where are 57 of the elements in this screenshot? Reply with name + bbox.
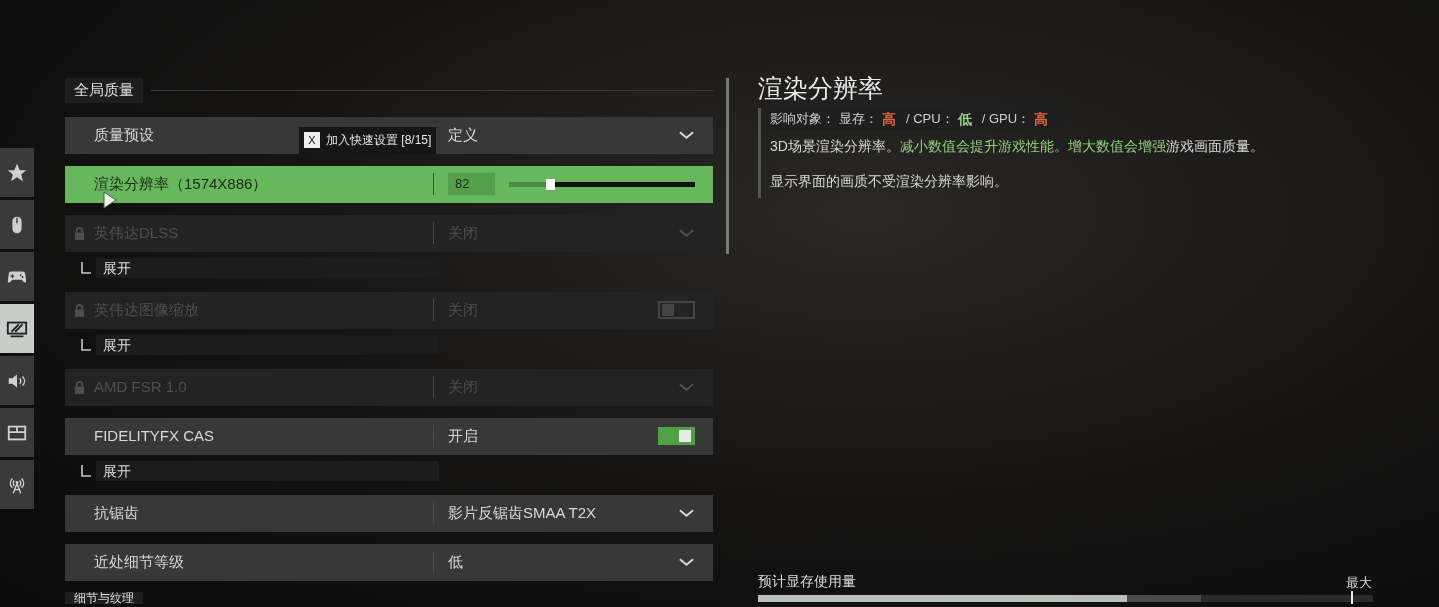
setting-value: 定义 bbox=[448, 124, 479, 145]
setting-value: 低 bbox=[448, 551, 464, 572]
sidebar-tab[interactable] bbox=[0, 200, 34, 249]
setting-value: 开启 bbox=[448, 425, 479, 446]
branch-icon bbox=[81, 464, 91, 477]
lock-icon bbox=[74, 303, 85, 317]
chevron-down-icon bbox=[678, 508, 695, 518]
description-text: 3D场景渲染分辨率。减小数值会提升游戏性能。增大数值会增强游戏画面质量。 bbox=[770, 137, 1265, 156]
sidebar-tab[interactable] bbox=[0, 460, 34, 509]
impact-value: 低 bbox=[957, 109, 972, 129]
setting-label: 近处细节等级 bbox=[94, 551, 184, 572]
lock-icon bbox=[74, 380, 85, 394]
lock-icon bbox=[74, 226, 85, 240]
setting-row[interactable]: 质量预设 X 加入快速设置 [8/15] 定义 bbox=[65, 116, 713, 154]
setting-label: 渲染分辨率（1574X886） bbox=[94, 173, 268, 194]
toggle-switch[interactable] bbox=[658, 427, 695, 445]
detail-title: 渲染分辨率 bbox=[758, 73, 884, 104]
branch-icon bbox=[81, 261, 91, 274]
tooltip-text: 加入快速设置 [8/15] bbox=[326, 132, 432, 149]
slider-thumb[interactable] bbox=[545, 178, 555, 190]
max-marker bbox=[1351, 591, 1354, 604]
setting-row[interactable]: FIDELITYFX CAS 开启 bbox=[65, 417, 713, 455]
setting-label: 抗锯齿 bbox=[94, 502, 139, 523]
expand-button[interactable]: 展开 bbox=[96, 460, 439, 481]
setting-value: 影片反锯齿SMAA T2X bbox=[448, 502, 598, 523]
section-title: 全局质量 bbox=[65, 78, 143, 103]
value-field[interactable]: 82 bbox=[448, 173, 495, 195]
chevron-down-icon bbox=[678, 228, 695, 238]
expand-button[interactable]: 展开 bbox=[96, 334, 439, 355]
setting-row[interactable]: 抗锯齿 影片反锯齿SMAA T2X bbox=[65, 494, 713, 532]
note-text: 显示界面的画质不受渲染分辨率影响。 bbox=[770, 172, 1009, 191]
chevron-down-icon bbox=[678, 557, 695, 567]
slider-track[interactable] bbox=[509, 181, 695, 187]
setting-row[interactable]: 近处细节等级 低 bbox=[65, 543, 713, 581]
vram-label: 预计显存使用量 bbox=[758, 572, 856, 591]
impact-value: 高 bbox=[1034, 109, 1049, 129]
max-label: 最大 bbox=[1346, 573, 1372, 592]
chevron-down-icon bbox=[678, 130, 695, 140]
impact-label: 影响对象： bbox=[770, 110, 835, 129]
branch-icon bbox=[81, 338, 91, 351]
impact-label: 显存： bbox=[839, 110, 878, 129]
sidebar-tab[interactable] bbox=[0, 148, 34, 197]
setting-label: FIDELITYFX CAS bbox=[94, 425, 215, 446]
toggle-switch[interactable] bbox=[658, 301, 695, 319]
sidebar-tab[interactable] bbox=[0, 252, 34, 301]
expand-button[interactable]: 展开 bbox=[96, 257, 439, 278]
cursor-icon bbox=[103, 190, 117, 209]
section-title: 细节与纹理 bbox=[65, 591, 143, 604]
sidebar-tab[interactable] bbox=[0, 408, 34, 457]
impact-label: / CPU： bbox=[906, 110, 954, 129]
impact-label: / GPU： bbox=[981, 110, 1031, 129]
impact-value: 高 bbox=[882, 109, 896, 129]
sidebar-tab[interactable] bbox=[0, 356, 34, 405]
sidebar-tab[interactable] bbox=[0, 304, 34, 353]
setting-label: 质量预设 bbox=[94, 124, 154, 145]
key-badge: X bbox=[304, 132, 320, 148]
chevron-down-icon bbox=[678, 382, 695, 392]
